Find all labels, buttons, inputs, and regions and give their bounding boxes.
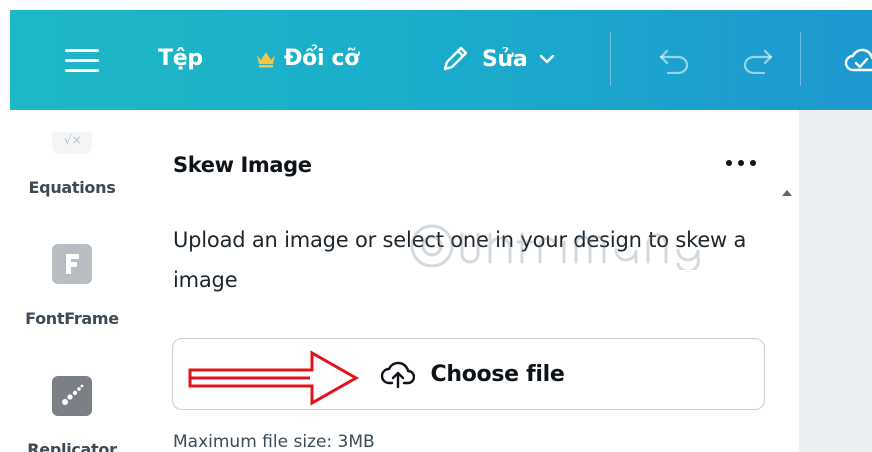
top-toolbar: Tệp Đổi cỡ Sửa — [10, 10, 872, 110]
equations-icon[interactable]: √× — [52, 132, 92, 154]
resize-label: Đổi cỡ — [284, 46, 360, 71]
svg-text:√×: √× — [64, 133, 82, 147]
cloud-upload-icon — [380, 361, 415, 389]
panel-title: Skew Image — [173, 153, 312, 177]
sidebar-item-equations[interactable]: Equations — [0, 178, 144, 197]
pencil-icon — [443, 46, 468, 71]
undo-icon[interactable] — [658, 48, 692, 74]
edit-label: Sửa — [482, 46, 528, 72]
resize-button[interactable]: Đổi cỡ — [256, 46, 359, 71]
fontframe-icon[interactable] — [52, 244, 92, 284]
scroll-up-arrow-icon[interactable] — [782, 190, 792, 196]
sidebar-item-replicator[interactable]: Replicator — [0, 440, 144, 452]
replicator-icon[interactable] — [52, 376, 92, 416]
more-options-icon[interactable] — [724, 158, 758, 168]
chevron-down-icon — [540, 54, 555, 64]
red-arrow-annotation-icon — [188, 350, 360, 406]
design-canvas-area[interactable] — [799, 110, 872, 452]
hamburger-menu-icon[interactable] — [65, 49, 99, 73]
edit-menu-button[interactable]: Sửa — [440, 44, 555, 74]
file-menu-button[interactable]: Tệp — [158, 46, 203, 71]
crown-icon — [257, 51, 275, 67]
redo-icon[interactable] — [740, 48, 774, 74]
toolbar-divider — [610, 32, 611, 86]
skew-image-panel: Skew Image Upload an image or select one… — [144, 110, 799, 452]
apps-sidebar: √× Equations FontFrame Replicator — [0, 110, 144, 452]
cloud-saved-icon[interactable] — [844, 44, 872, 78]
choose-file-label: Choose file — [430, 361, 565, 387]
choose-file-content: Choose file — [380, 359, 565, 389]
watermark-logo-icon — [410, 224, 700, 270]
sidebar-item-fontframe[interactable]: FontFrame — [0, 309, 144, 328]
max-file-size-text: Maximum file size: 3MB — [173, 432, 375, 452]
toolbar-divider — [800, 32, 801, 86]
